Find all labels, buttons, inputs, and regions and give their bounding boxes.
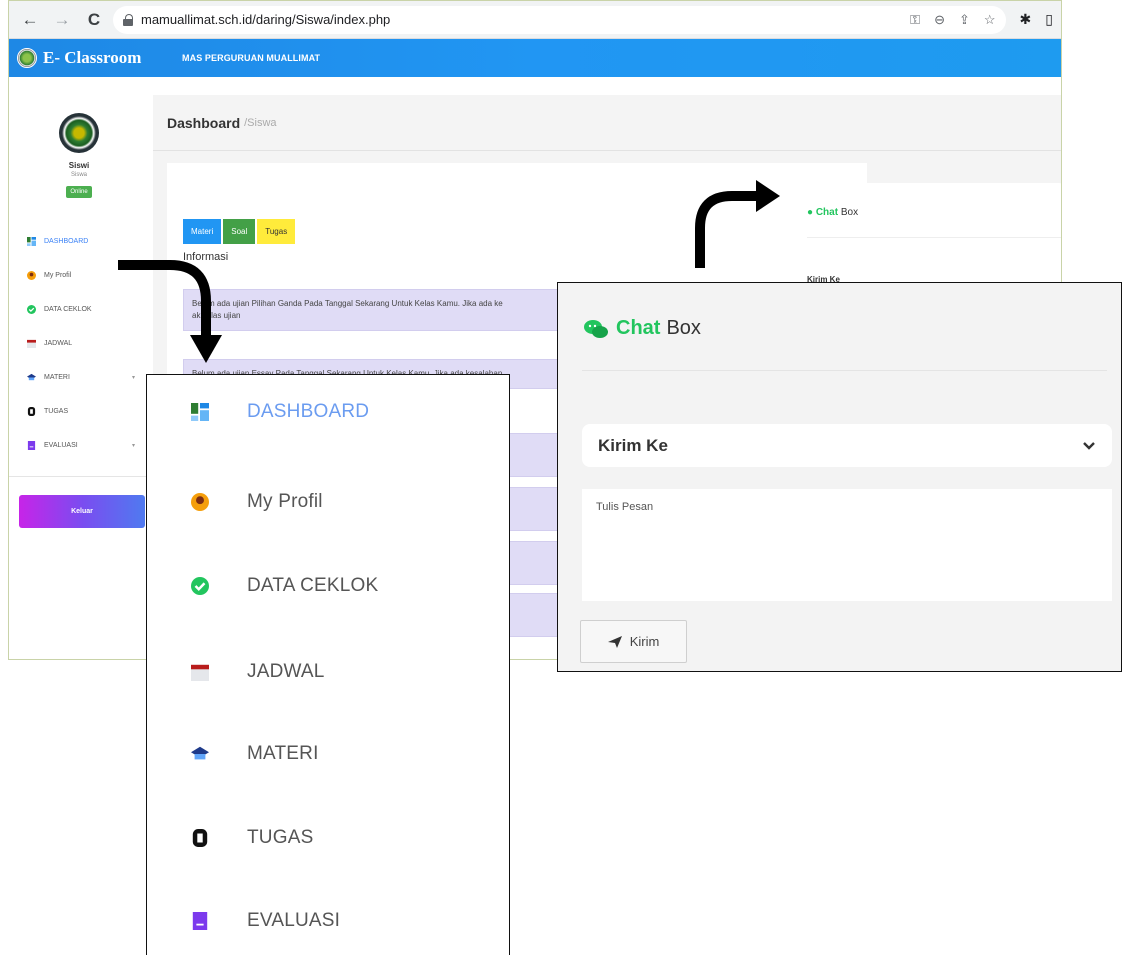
arrow-right-icon xyxy=(695,180,780,268)
divider xyxy=(582,370,1107,371)
key-icon[interactable]: ⚿ xyxy=(910,12,920,28)
wechat-icon xyxy=(584,319,608,338)
tab-materi[interactable]: Materi xyxy=(183,219,222,244)
tab-soal[interactable]: Soal xyxy=(223,219,256,244)
school-logo-icon xyxy=(17,48,37,68)
forward-arrow-icon[interactable]: → xyxy=(49,7,75,33)
sidebar-item-dashboard[interactable]: DASHBOARD xyxy=(9,224,149,258)
star-icon[interactable]: ☆ xyxy=(984,12,996,28)
chat-box-title: ● Chat Box xyxy=(807,207,859,218)
user-name: Siswi xyxy=(68,161,90,170)
send-button[interactable]: Kirim xyxy=(580,620,687,663)
clipboard-icon xyxy=(192,829,208,847)
send-icon xyxy=(607,635,622,648)
address-bar[interactable]: mamuallimat.sch.id/daring/Siswa/index.ph… xyxy=(113,5,1006,34)
arrow-down-icon xyxy=(118,260,222,363)
check-circle-icon xyxy=(191,577,209,595)
browser-toolbar: ← → C mamuallimat.sch.id/daring/Siswa/in… xyxy=(9,1,1061,39)
lock-icon xyxy=(123,13,133,26)
user-role: Siswa xyxy=(70,172,87,178)
zoomed-sidebar-menu: DASHBOARD My Profil DATA CEKLOK JADWAL M… xyxy=(146,374,510,955)
status-badge: Online xyxy=(66,186,92,198)
sidebar-item-tugas[interactable]: TUGAS xyxy=(9,394,149,428)
side-panel-icon[interactable]: ▯ xyxy=(1045,11,1053,28)
sidebar-item-dashboard[interactable]: DASHBOARD xyxy=(191,401,369,423)
breadcrumb: /Siswa xyxy=(244,116,277,129)
sidebar-item-data-ceklok[interactable]: DATA CEKLOK xyxy=(191,575,378,597)
profile-icon xyxy=(27,270,36,280)
sidebar-item-evaluasi[interactable]: EVALUASI ▾ xyxy=(9,428,149,462)
share-icon[interactable]: ⇪ xyxy=(959,12,970,28)
chevron-down-icon: ▾ xyxy=(131,374,135,381)
sidebar-item-jadwal[interactable]: JADWAL xyxy=(191,661,325,683)
reload-icon[interactable]: C xyxy=(81,7,107,33)
check-circle-icon xyxy=(27,304,36,314)
graduation-cap-icon xyxy=(27,373,36,380)
message-textarea[interactable]: Tulis Pesan xyxy=(582,489,1112,601)
sidebar-item-evaluasi[interactable]: EVALUASI xyxy=(191,910,340,932)
page-header: Dashboard /Siswa xyxy=(153,95,1061,151)
avatar xyxy=(59,113,99,153)
zoom-icon[interactable]: ⊖ xyxy=(934,12,945,28)
sidebar-item-materi[interactable]: MATERI xyxy=(191,743,319,765)
calendar-icon xyxy=(27,339,36,348)
dashboard-icon xyxy=(191,403,209,421)
calendar-icon xyxy=(191,664,209,681)
chevron-down-icon xyxy=(1083,441,1095,450)
document-icon xyxy=(27,440,36,450)
recipient-select[interactable]: Kirim Ke xyxy=(582,424,1112,467)
sidebar-item-my-profil[interactable]: My Profil xyxy=(191,491,323,513)
brand-name: E- Classroom xyxy=(43,48,142,67)
zoomed-chat-box: Chat Box Kirim Ke Tulis Pesan Kirim xyxy=(557,282,1122,672)
extensions-icon[interactable]: ✱ xyxy=(1020,11,1032,28)
document-icon xyxy=(192,912,208,930)
divider xyxy=(9,476,149,477)
tab-bar: Materi Soal Tugas xyxy=(183,219,296,244)
chat-box-title: Chat Box xyxy=(584,317,701,340)
dashboard-icon xyxy=(27,236,36,246)
clipboard-icon xyxy=(27,406,36,416)
chat-icon: ● xyxy=(807,207,814,218)
brand[interactable]: E- Classroom xyxy=(17,48,182,68)
profile-card: Siswi Siswa Online xyxy=(9,77,149,198)
graduation-cap-icon xyxy=(191,746,209,760)
profile-icon xyxy=(191,493,209,511)
url-text: mamuallimat.sch.id/daring/Siswa/index.ph… xyxy=(141,12,391,27)
page-title: Dashboard xyxy=(167,114,241,131)
chevron-down-icon: ▾ xyxy=(131,442,135,449)
logout-button[interactable]: Keluar xyxy=(19,495,145,528)
divider xyxy=(807,237,1061,238)
school-name: MAS PERGURUAN MUALLIMAT xyxy=(182,53,321,63)
app-header: E- Classroom MAS PERGURUAN MUALLIMAT xyxy=(9,39,1061,77)
sidebar-item-tugas[interactable]: TUGAS xyxy=(191,827,313,849)
tab-tugas[interactable]: Tugas xyxy=(257,219,296,244)
back-arrow-icon[interactable]: ← xyxy=(17,7,43,33)
